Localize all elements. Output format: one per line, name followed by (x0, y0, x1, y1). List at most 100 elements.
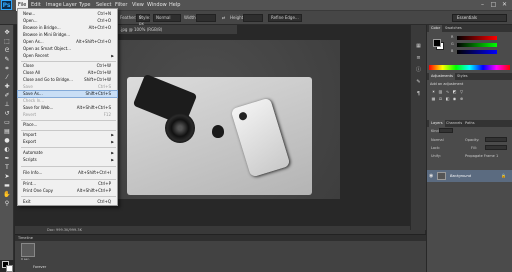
menu-item-close[interactable]: Close Ctrl+W (18, 63, 117, 69)
brush-presets-icon[interactable]: ✎ (415, 79, 422, 85)
opacity-input[interactable] (485, 137, 507, 142)
menu-item-print[interactable]: Print... Ctrl+P (18, 181, 117, 187)
kind-filter-select[interactable] (439, 128, 453, 133)
exposure-icon[interactable]: ◩ (452, 89, 457, 94)
move-tool-icon[interactable]: ✥ (3, 29, 11, 36)
menu-item-print-one-copy[interactable]: Print One Copy Alt+Shift+Ctrl+P (18, 188, 117, 194)
properties-icon[interactable]: ≡ (415, 55, 422, 61)
document-canvas[interactable] (115, 40, 340, 199)
history-brush-tool-icon[interactable]: ↺ (3, 110, 11, 117)
tab-swatches[interactable]: Swatches (443, 25, 464, 32)
blur-tool-icon[interactable]: ● (3, 137, 11, 144)
menu-view[interactable]: View (130, 0, 146, 11)
stamp-tool-icon[interactable]: ⊥ (3, 101, 11, 108)
height-input[interactable] (243, 14, 263, 22)
menu-item-open-smart-object[interactable]: Open as Smart Object... (18, 46, 117, 52)
eraser-tool-icon[interactable]: ▭ (3, 119, 11, 126)
levels-icon[interactable]: ▥ (438, 89, 443, 94)
tab-paths[interactable]: Paths (463, 120, 477, 127)
hue-saturation-icon[interactable]: ▦ (431, 96, 436, 101)
green-slider[interactable] (457, 43, 497, 47)
menu-item-automate[interactable]: Automate ▶ (18, 150, 117, 156)
curves-icon[interactable]: ∿ (445, 89, 450, 94)
menu-item-open[interactable]: Open... Ctrl+O (18, 18, 117, 24)
menu-item-check-in[interactable]: Check In... (18, 98, 117, 104)
color-spectrum[interactable] (429, 65, 510, 70)
crop-tool-icon[interactable]: ⌗ (3, 65, 11, 72)
info-icon[interactable]: ⓘ (415, 67, 422, 73)
paragraph-icon[interactable]: ¶ (415, 91, 422, 97)
blend-mode-select[interactable]: Normal (431, 138, 444, 142)
menu-item-browse-in-mini-bridge[interactable]: Browse in Mini Bridge... (18, 32, 117, 38)
fill-input[interactable] (485, 145, 507, 150)
brightness-icon[interactable]: ☀ (431, 89, 436, 94)
menu-item-close-go-to-bridge[interactable]: Close and Go to Bridge... Shift+Ctrl+W (18, 77, 117, 83)
menu-item-save[interactable]: Save Ctrl+S (18, 84, 117, 90)
tab-styles[interactable]: Styles (455, 73, 470, 80)
menu-item-export[interactable]: Export ▶ (18, 139, 117, 145)
close-button[interactable]: ✕ (500, 1, 509, 9)
zoom-tool-icon[interactable]: ⚲ (3, 200, 11, 207)
lasso-tool-icon[interactable]: ᘓ (3, 47, 11, 54)
red-slider[interactable] (457, 36, 497, 40)
workspace-select[interactable]: Essentials (452, 14, 507, 22)
brush-tool-icon[interactable]: ✐ (3, 92, 11, 99)
menu-window[interactable]: Window (145, 0, 169, 11)
menu-item-browse-in-bridge[interactable]: Browse in Bridge... Alt+Ctrl+O (18, 25, 117, 31)
menu-item-label: File Info... (23, 170, 43, 175)
marquee-tool-icon[interactable]: ⬚ (3, 38, 11, 45)
hand-tool-icon[interactable]: ✋ (3, 191, 11, 198)
menu-item-new[interactable]: New... Ctrl+N (18, 11, 117, 17)
lock-icon: 🔒 (501, 173, 506, 178)
shape-tool-icon[interactable]: ▬ (3, 182, 11, 189)
color-balance-icon[interactable]: ⚖ (438, 96, 443, 101)
menu-item-open-as[interactable]: Open As... Alt+Shift+Ctrl+O (18, 39, 117, 45)
color-picker[interactable] (431, 34, 445, 50)
propagate-checkbox[interactable]: Propagate Frame 1 (465, 154, 498, 158)
menu-item-close-all[interactable]: Close All Alt+Ctrl+W (18, 70, 117, 76)
maximize-button[interactable]: □ (489, 1, 498, 9)
menu-item-save-for-web[interactable]: Save for Web... Alt+Shift+Ctrl+S (18, 105, 117, 111)
menu-item-import[interactable]: Import ▶ (18, 132, 117, 138)
tab-layers[interactable]: Layers (429, 120, 445, 127)
photo-filter-icon[interactable]: ◉ (452, 96, 457, 101)
blue-slider[interactable] (457, 50, 497, 54)
timeline-frame[interactable] (21, 243, 35, 257)
menu-item-place[interactable]: Place... (18, 122, 117, 128)
layer-row-background[interactable]: ◉ Background 🔒 (427, 170, 512, 182)
gradient-tool-icon[interactable]: ▤ (3, 128, 11, 135)
menu-item-open-recent[interactable]: Open Recent ▶ (18, 53, 117, 59)
menu-help[interactable]: Help (167, 0, 182, 11)
path-select-tool-icon[interactable]: ➤ (3, 173, 11, 180)
menu-item-revert[interactable]: Revert F12 (18, 112, 117, 118)
black-white-icon[interactable]: ◧ (445, 96, 450, 101)
refine-edge-button[interactable]: Refine Edge... (268, 14, 302, 22)
foreground-color[interactable] (433, 39, 441, 47)
tab-color[interactable]: Color (429, 25, 443, 32)
menu-item-file-info[interactable]: File Info... Alt+Shift+Ctrl+I (18, 170, 117, 176)
visibility-eye-icon[interactable]: ◉ (429, 173, 433, 179)
frame-delay[interactable]: 0 sec. (21, 257, 30, 261)
tab-channels[interactable]: Channels (444, 120, 464, 127)
quick-select-tool-icon[interactable]: ✎ (3, 56, 11, 63)
history-icon[interactable]: ▦ (415, 43, 422, 49)
style-select[interactable]: Normal (153, 14, 181, 22)
pen-tool-icon[interactable]: ✒ (3, 155, 11, 162)
kind-filter-label[interactable]: Kind (431, 129, 439, 133)
type-tool-icon[interactable]: T (3, 164, 11, 171)
background-color-swatch[interactable] (6, 265, 13, 272)
swap-icon[interactable]: ⇄ (222, 14, 225, 22)
vibrance-icon[interactable]: ▽ (459, 89, 464, 94)
channel-mixer-icon[interactable]: ⊕ (459, 96, 464, 101)
eyedropper-tool-icon[interactable]: ⁄ (3, 74, 11, 81)
width-input[interactable] (196, 14, 216, 22)
document-tab[interactable]: .jpg @ 100% (RGB/8) (117, 25, 237, 34)
healing-tool-icon[interactable]: ✚ (3, 83, 11, 90)
loop-select[interactable]: Forever (33, 265, 46, 269)
tab-adjustments[interactable]: Adjustments (429, 73, 455, 80)
minimize-button[interactable]: – (478, 1, 487, 9)
dodge-tool-icon[interactable]: ◐ (3, 146, 11, 153)
menu-item-save-as[interactable]: Save As... Shift+Ctrl+S (17, 90, 118, 98)
menu-item-scripts[interactable]: Scripts ▶ (18, 157, 117, 163)
menu-item-exit[interactable]: Exit Ctrl+Q (18, 199, 117, 205)
